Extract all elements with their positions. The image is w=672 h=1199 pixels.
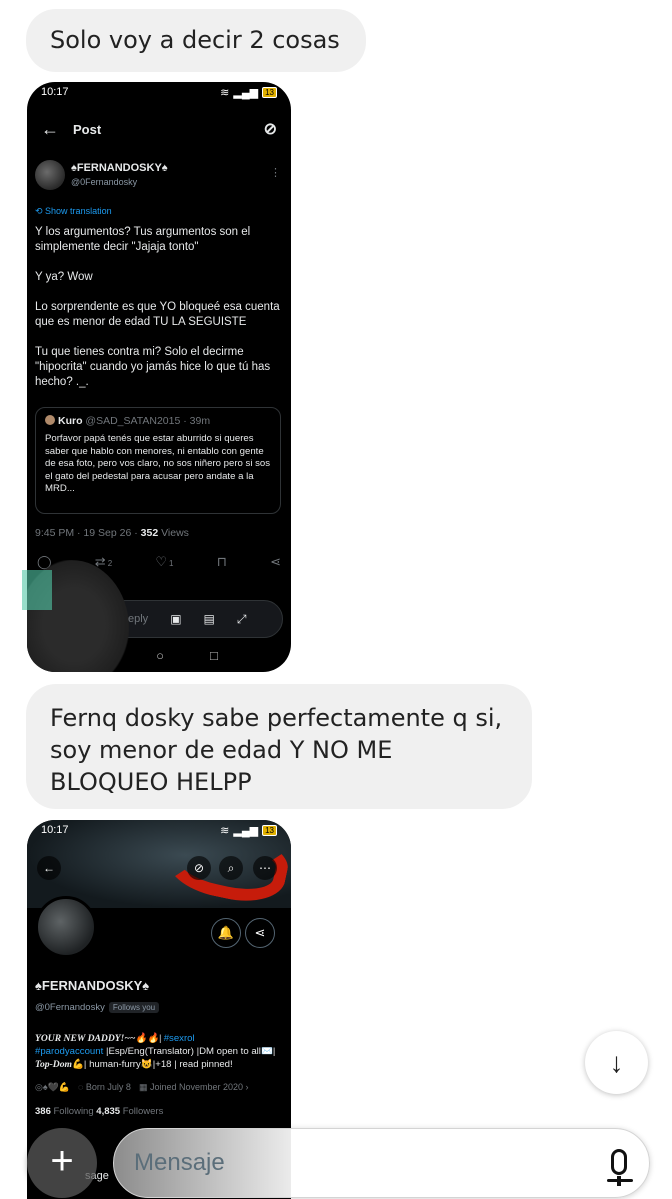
status-time: 10:17 bbox=[41, 86, 69, 98]
following-count: 386 bbox=[35, 1106, 51, 1117]
author-name: ♠FERNANDOSKY♠ bbox=[71, 162, 168, 174]
signal-icon: ▂▄▆ bbox=[233, 86, 259, 99]
author-handle: @0Fernandosky bbox=[71, 177, 138, 187]
quote-avatar bbox=[45, 415, 55, 425]
birthday-text: Born July 8 bbox=[85, 1082, 131, 1092]
quote-text: Porfavor papá tenés que estar aburrido s… bbox=[45, 433, 271, 495]
scribble-accent bbox=[22, 570, 52, 610]
wifi-icon: ≋ bbox=[220, 86, 230, 99]
tweet-timestamp: 9:45 PM · 19 Sep 26 · bbox=[35, 527, 141, 539]
profile-meta: ◎♠🖤💪 ◌ Born July 8 ▦ Joined November 202… bbox=[35, 1082, 283, 1093]
bio-text-1: YOUR NEW DADDY!~~🔥🔥| bbox=[35, 1033, 164, 1044]
battery-icon: 13 bbox=[262, 86, 277, 98]
followers-count: 4,835 bbox=[96, 1106, 121, 1117]
quote-header: Kuro @SAD_SATAN2015 · 39m bbox=[45, 415, 271, 427]
battery-icon: 13 bbox=[262, 824, 277, 836]
signal-icon: ▂▄▆ bbox=[233, 824, 259, 837]
screenshot-tweet[interactable]: 10:17 ≋ ▂▄▆ 13 ← Post ⊘ ♠FERNANDOSKY♠ @0… bbox=[27, 82, 291, 672]
retweet-count: 2 bbox=[107, 559, 113, 568]
bio-hashtag-parody[interactable]: #parodyaccount bbox=[35, 1046, 103, 1057]
chat-message-2: Fernq dosky sabe perfectamente q si, soy… bbox=[26, 684, 532, 809]
following-label: Following bbox=[50, 1106, 97, 1117]
more-options-icon[interactable]: ⋯ bbox=[253, 856, 277, 880]
scroll-down-button[interactable]: ↓ bbox=[585, 1031, 648, 1094]
bio-text-3: 💪| human-furry😺|+18 | read pinned! bbox=[71, 1059, 233, 1071]
back-arrow-icon[interactable]: ← bbox=[41, 119, 59, 140]
bio-text-2: |Esp/Eng(Translator) |DM open to all✉️| bbox=[103, 1046, 276, 1058]
show-translation-link[interactable]: ⟲ Show translation bbox=[35, 206, 112, 217]
nav-recents-icon[interactable]: □ bbox=[210, 648, 218, 666]
status-icons: ≋ ▂▄▆ 13 bbox=[220, 86, 277, 99]
followers-label: Followers bbox=[120, 1106, 164, 1117]
add-attachment-button[interactable]: + bbox=[27, 1128, 97, 1198]
profile-handle: @0Fernandosky bbox=[35, 1002, 105, 1013]
profile-bio: YOUR NEW DADDY!~~🔥🔥| #sexrol #parodyacco… bbox=[35, 1032, 283, 1072]
wifi-icon: ≋ bbox=[220, 824, 230, 837]
post-header: ← Post ⊘ bbox=[41, 118, 277, 140]
quote-handle: @SAD_SATAN2015 · 39m bbox=[85, 415, 211, 427]
follows-you-badge: Follows you bbox=[108, 1002, 160, 1013]
birthday: ◌ Born July 8 bbox=[78, 1082, 131, 1092]
grok-icon[interactable]: ⊘ bbox=[187, 856, 211, 880]
like-count: 1 bbox=[169, 559, 174, 568]
post-title: Post bbox=[73, 121, 102, 137]
show-translation-label: Show translation bbox=[45, 206, 112, 216]
join-date-text: Joined November 2020 bbox=[149, 1082, 244, 1092]
profile-name: ♠FERNANDOSKY♠ bbox=[35, 978, 150, 993]
status-bar: 10:17 ≋ ▂▄▆ 13 bbox=[27, 82, 291, 102]
bio-hashtag-sexrol[interactable]: #sexrol bbox=[164, 1033, 195, 1044]
back-arrow-icon[interactable]: ← bbox=[37, 856, 61, 880]
follow-counts[interactable]: 386 Following 4,835 Followers bbox=[35, 1106, 163, 1117]
share-icon[interactable]: ⋖ bbox=[245, 918, 275, 948]
share-icon[interactable]: ⋖ bbox=[270, 554, 281, 576]
profile-handle-row: @0Fernandosky Follows you bbox=[35, 1002, 160, 1013]
gif-icon[interactable]: ▤ bbox=[204, 612, 215, 626]
meta-icons: ◎♠🖤💪 bbox=[35, 1082, 71, 1092]
bookmark-icon[interactable]: ⊓ bbox=[217, 554, 227, 576]
message-input[interactable]: Mensaje bbox=[113, 1128, 650, 1198]
status-icons: ≋ ▂▄▆ 13 bbox=[220, 824, 277, 837]
reply-placeholder: eply bbox=[128, 613, 149, 625]
quote-name: Kuro bbox=[58, 415, 83, 427]
chat-message-1: Solo voy a decir 2 cosas bbox=[26, 9, 366, 72]
like-button[interactable]: ♡ 1 bbox=[155, 554, 173, 576]
tweet-author[interactable]: ♠FERNANDOSKY♠ @0Fernandosky ⋮ bbox=[35, 160, 281, 194]
search-icon[interactable]: ⌕ bbox=[219, 856, 243, 880]
grok-icon[interactable]: ⊘ bbox=[264, 119, 277, 139]
tweet-meta: 9:45 PM · 19 Sep 26 · 352 Views bbox=[35, 527, 189, 539]
microphone-icon[interactable] bbox=[611, 1149, 627, 1186]
nav-home-icon[interactable]: ○ bbox=[156, 648, 164, 666]
status-bar: 10:17 ≋ ▂▄▆ 13 bbox=[27, 820, 291, 840]
expand-icon[interactable]: ⤢ bbox=[237, 612, 247, 627]
views-label: Views bbox=[158, 527, 189, 539]
avatar[interactable] bbox=[35, 160, 65, 190]
notification-bell-icon[interactable]: 🔔 bbox=[211, 918, 241, 948]
tweet-text: Y los argumentos? Tus argumentos son el … bbox=[35, 226, 280, 388]
image-icon[interactable]: ▣ bbox=[170, 612, 181, 626]
status-time: 10:17 bbox=[41, 824, 69, 836]
profile-avatar[interactable] bbox=[35, 896, 97, 958]
views-count: 352 bbox=[140, 527, 159, 539]
more-options-icon[interactable]: ⋮ bbox=[270, 166, 281, 179]
quoted-tweet[interactable]: Kuro @SAD_SATAN2015 · 39m Porfavor papá … bbox=[35, 407, 281, 514]
join-date: ▦ Joined November 2020 › bbox=[138, 1082, 249, 1092]
message-placeholder: Mensaje bbox=[134, 1149, 225, 1176]
bio-topdom: Top-Dom bbox=[35, 1059, 72, 1071]
microphone-base bbox=[607, 1179, 633, 1182]
